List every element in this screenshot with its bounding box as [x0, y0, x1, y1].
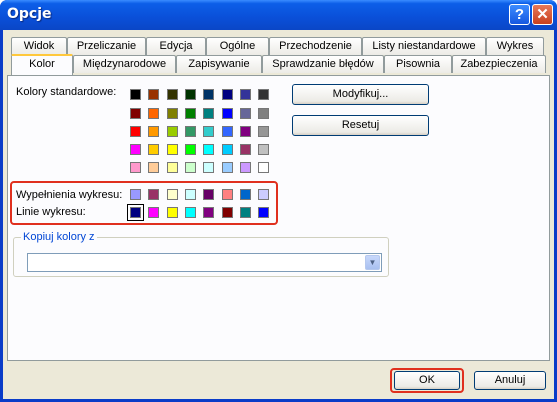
- chart-line-swatch[interactable]: [148, 207, 159, 218]
- standard-color-swatch[interactable]: [203, 162, 214, 173]
- standard-color-swatch[interactable]: [185, 126, 196, 137]
- window-title: Opcje: [7, 6, 52, 22]
- standard-color-swatch[interactable]: [148, 89, 159, 100]
- standard-color-swatch[interactable]: [203, 89, 214, 100]
- standard-color-swatch[interactable]: [167, 108, 178, 119]
- copy-colors-label: Kopiuj kolory z: [21, 231, 97, 243]
- ok-button-label: OK: [419, 374, 435, 386]
- standard-color-swatch[interactable]: [185, 162, 196, 173]
- standard-color-swatch[interactable]: [148, 144, 159, 155]
- standard-color-swatch[interactable]: [258, 162, 269, 173]
- chart-line-swatch[interactable]: [240, 207, 251, 218]
- chart-line-swatch[interactable]: [127, 204, 144, 221]
- chart-fill-swatch[interactable]: [222, 189, 233, 200]
- dropdown-arrow-icon[interactable]: ▼: [365, 255, 380, 270]
- standard-color-swatch[interactable]: [148, 108, 159, 119]
- copy-colors-combobox[interactable]: ▼: [27, 253, 382, 272]
- cancel-button-label: Anuluj: [494, 374, 526, 386]
- standard-color-swatch[interactable]: [167, 162, 178, 173]
- standard-color-swatch[interactable]: [167, 126, 178, 137]
- chart-fill-swatch[interactable]: [258, 189, 269, 200]
- chart-fill-swatch[interactable]: [240, 189, 251, 200]
- title-bar[interactable]: Opcje ? ✕: [0, 0, 557, 30]
- standard-color-swatch[interactable]: [240, 162, 251, 173]
- reset-button-label: Resetuj: [341, 119, 380, 131]
- reset-button[interactable]: Resetuj: [292, 115, 429, 136]
- standard-color-swatch[interactable]: [167, 144, 178, 155]
- chart-fills-label: Wypełnienia wykresu:: [16, 189, 123, 201]
- standard-color-swatch[interactable]: [130, 126, 141, 137]
- standard-colors-label: Kolory standardowe:: [16, 86, 117, 98]
- standard-color-swatch[interactable]: [130, 162, 141, 173]
- standard-color-swatch[interactable]: [203, 144, 214, 155]
- chart-colors-highlight: [10, 181, 278, 225]
- standard-color-swatch[interactable]: [258, 108, 269, 119]
- chart-fill-swatch[interactable]: [148, 189, 159, 200]
- standard-color-swatch[interactable]: [222, 126, 233, 137]
- cancel-button[interactable]: Anuluj: [474, 371, 546, 390]
- standard-color-swatch[interactable]: [148, 162, 159, 173]
- standard-color-swatch[interactable]: [185, 108, 196, 119]
- standard-color-swatch[interactable]: [240, 144, 251, 155]
- chart-line-swatch[interactable]: [185, 207, 196, 218]
- standard-color-swatch[interactable]: [148, 126, 159, 137]
- standard-color-swatch[interactable]: [167, 89, 178, 100]
- standard-color-swatch[interactable]: [222, 108, 233, 119]
- standard-color-swatch[interactable]: [130, 144, 141, 155]
- chart-line-swatch[interactable]: [222, 207, 233, 218]
- standard-color-swatch[interactable]: [203, 126, 214, 137]
- standard-color-swatch[interactable]: [240, 108, 251, 119]
- standard-color-swatch[interactable]: [185, 144, 196, 155]
- standard-color-swatch[interactable]: [130, 108, 141, 119]
- modify-button-label: Modyfikuj...: [332, 88, 389, 100]
- chart-line-swatch[interactable]: [167, 207, 178, 218]
- chart-fill-swatch[interactable]: [167, 189, 178, 200]
- standard-color-swatch[interactable]: [258, 126, 269, 137]
- chart-line-swatch[interactable]: [203, 207, 214, 218]
- standard-color-swatch[interactable]: [222, 144, 233, 155]
- modify-button[interactable]: Modyfikuj...: [292, 84, 429, 105]
- chart-fill-swatch[interactable]: [203, 189, 214, 200]
- standard-color-swatch[interactable]: [185, 89, 196, 100]
- chart-lines-label: Linie wykresu:: [16, 206, 86, 218]
- standard-color-swatch[interactable]: [240, 89, 251, 100]
- standard-color-swatch[interactable]: [203, 108, 214, 119]
- standard-color-swatch[interactable]: [258, 89, 269, 100]
- chart-line-swatch[interactable]: [258, 207, 269, 218]
- ok-button[interactable]: OK: [394, 371, 460, 390]
- standard-color-swatch[interactable]: [130, 89, 141, 100]
- close-button[interactable]: ✕: [532, 4, 553, 25]
- tab-kolor[interactable]: Kolor: [11, 54, 73, 75]
- chart-fill-swatch[interactable]: [130, 189, 141, 200]
- standard-color-swatch[interactable]: [222, 162, 233, 173]
- standard-color-swatch[interactable]: [240, 126, 251, 137]
- standard-color-swatch[interactable]: [258, 144, 269, 155]
- chart-fill-swatch[interactable]: [185, 189, 196, 200]
- help-button[interactable]: ?: [509, 4, 530, 25]
- standard-color-swatch[interactable]: [222, 89, 233, 100]
